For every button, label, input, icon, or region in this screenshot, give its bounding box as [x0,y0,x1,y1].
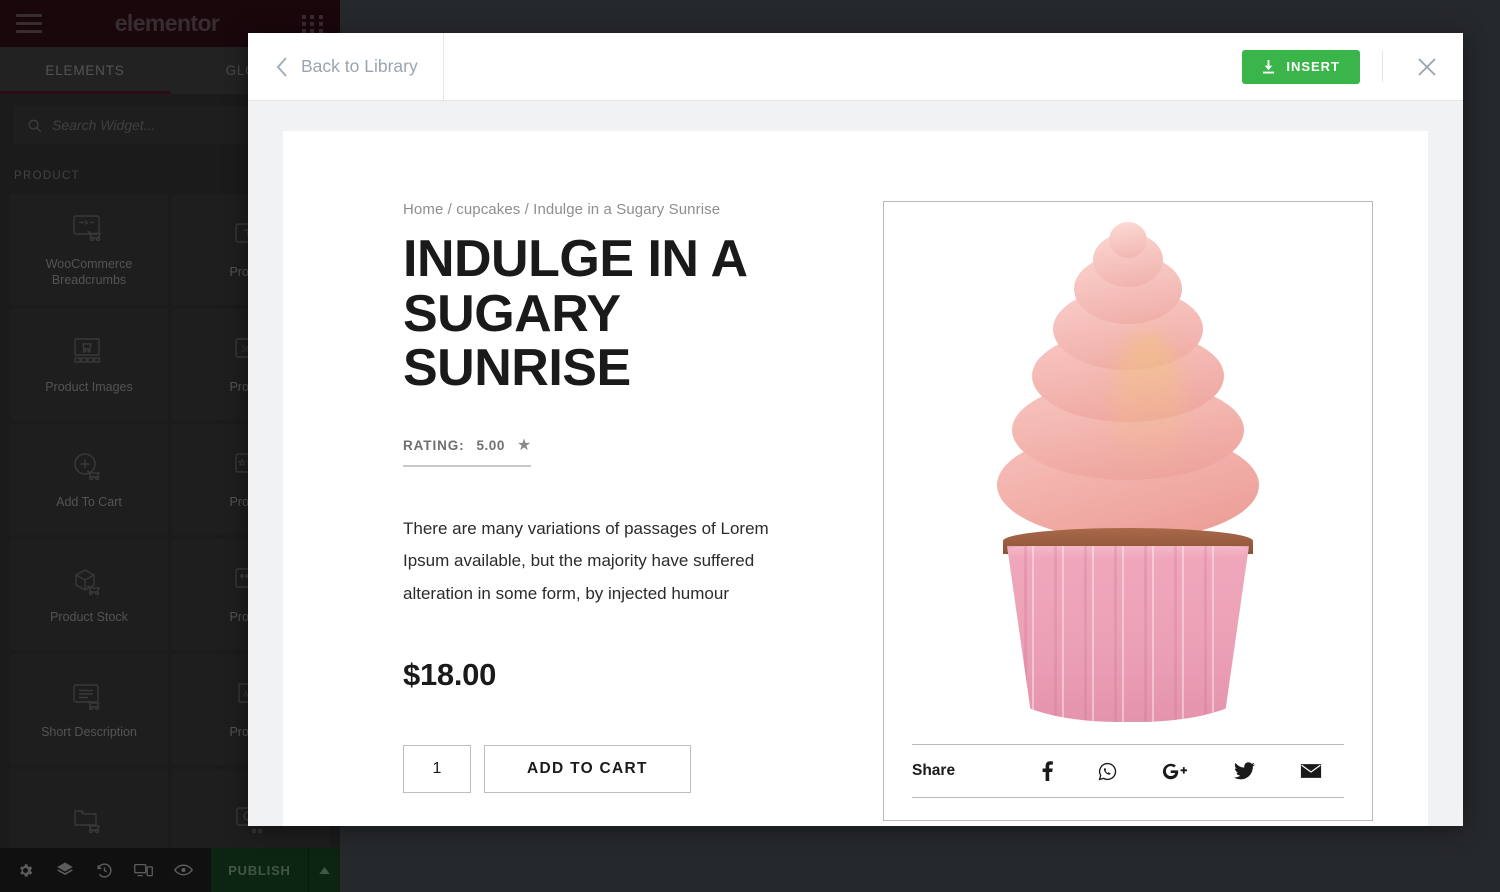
email-icon[interactable] [1300,763,1322,779]
share-label: Share [912,762,1020,780]
widget-product-images[interactable]: Product Images [10,309,168,420]
rating-block: RATING: 5.00 ★ [403,438,531,467]
responsive-devices-icon[interactable] [124,848,163,892]
breadcrumb: Home / cupcakes / Indulge in a Sugary Su… [403,201,823,218]
history-clock-icon[interactable] [85,848,124,892]
breadcrumbs-cart-icon [72,211,106,247]
google-plus-icon[interactable] [1162,762,1189,781]
download-icon [1262,60,1275,74]
widget-add-to-cart[interactable]: Add To Cart [10,424,168,535]
publish-button[interactable]: PUBLISH [211,848,308,892]
eye-icon[interactable] [163,848,202,892]
product-details-column: Home / cupcakes / Indulge in a Sugary Su… [403,201,823,826]
product-page-preview: Home / cupcakes / Indulge in a Sugary Su… [283,131,1428,826]
gear-icon[interactable] [6,848,45,892]
star-filled-icon: ★ [517,438,531,454]
add-to-cart-form: ADD TO CART [403,745,823,793]
header-spacer [444,33,1242,100]
cupcake-liner [1002,546,1254,722]
share-bar: Share [912,744,1344,798]
share-icons [1020,761,1344,781]
close-x-icon [1417,57,1437,77]
close-modal-button[interactable] [1405,33,1449,100]
cupcake-illustration [963,212,1293,722]
app-root: elementor ELEMENTS GLOBAL PRODUCT [0,0,1500,892]
product-image-column: Share [883,201,1373,826]
apps-grid-icon[interactable] [302,15,324,33]
widget-label: Add To Cart [52,495,126,511]
whatsapp-icon[interactable] [1098,762,1117,781]
product-description: There are many variations of passages of… [403,513,803,611]
insert-label: INSERT [1286,59,1340,74]
pink-frosted-cupcake-image [884,202,1372,744]
widget-label: WooCommerce Breadcrumbs [10,257,168,288]
rating-label: RATING: [403,438,465,453]
frosting-swirl [963,212,1293,542]
short-description-icon [72,679,106,715]
widget-woocommerce-breadcrumbs[interactable]: WooCommerce Breadcrumbs [10,194,168,305]
quantity-input[interactable] [403,745,471,793]
page-title: INDULGE IN A SUGARY SUNRISE [403,232,798,396]
widget-label: Product Stock [46,610,132,626]
product-images-icon [72,334,106,370]
widget-label: Product Images [41,380,137,396]
product-image-frame: Share [883,201,1373,821]
layers-icon[interactable] [45,848,84,892]
modal-header: Back to Library INSERT [248,33,1463,101]
back-to-library-button[interactable]: Back to Library [248,33,444,100]
rating-value: 5.00 [477,438,505,453]
widget-product-stock[interactable]: Product Stock [10,539,168,650]
caret-up-icon[interactable] [308,848,340,892]
insert-button[interactable]: INSERT [1242,50,1360,84]
product-price: $18.00 [403,657,823,693]
modal-body: Home / cupcakes / Indulge in a Sugary Su… [248,101,1463,826]
add-to-cart-icon [72,449,106,485]
widget-label: Short Description [37,725,141,741]
panel-footer: PUBLISH [0,848,340,892]
product-tabs-icon [72,802,106,838]
facebook-icon[interactable] [1042,761,1053,781]
tab-elements[interactable]: ELEMENTS [0,47,170,94]
product-stock-icon [72,564,106,600]
chevron-left-icon [276,57,288,77]
add-to-cart-button[interactable]: ADD TO CART [484,745,691,793]
twitter-icon[interactable] [1234,762,1255,780]
back-to-library-label: Back to Library [301,56,418,77]
template-preview-modal: Back to Library INSERT Home / cupcakes /… [248,33,1463,826]
widget-short-description[interactable]: Short Description [10,654,168,765]
header-divider [1382,51,1383,82]
search-icon [27,118,42,133]
